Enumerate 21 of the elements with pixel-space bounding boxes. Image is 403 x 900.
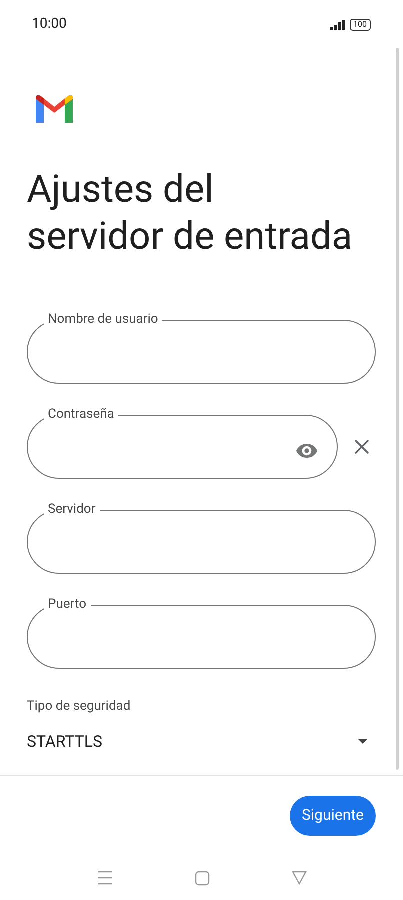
- page-title-line: Ajustes del: [27, 167, 214, 214]
- field-label: Nombre de usuario: [47, 312, 160, 328]
- security-type-label: Tipo de seguridad: [27, 698, 132, 716]
- home-icon[interactable]: [194, 870, 210, 886]
- back-icon[interactable]: [292, 871, 306, 885]
- text-field[interactable]: Puerto: [27, 597, 376, 669]
- field-label: Servidor: [47, 502, 97, 518]
- signal-icon: [330, 20, 346, 30]
- text-field[interactable]: Nombre de usuario: [27, 312, 376, 384]
- text-field[interactable]: Contraseña: [27, 407, 338, 479]
- page-title-line: servidor de entrada: [27, 214, 353, 261]
- dropdown-arrow-icon: [358, 739, 368, 744]
- menu-icon[interactable]: [96, 871, 112, 885]
- text-field[interactable]: Servidor: [27, 502, 376, 574]
- battery-indicator: 100: [350, 18, 371, 30]
- status-time: 10:00: [32, 15, 67, 34]
- field-label: Contraseña: [47, 407, 116, 423]
- next-button[interactable]: Siguiente: [290, 796, 376, 836]
- field-label: Puerto: [47, 597, 88, 613]
- security-type-dropdown[interactable]: STARTTLS: [27, 728, 376, 754]
- mail-logo-icon: [36, 95, 73, 123]
